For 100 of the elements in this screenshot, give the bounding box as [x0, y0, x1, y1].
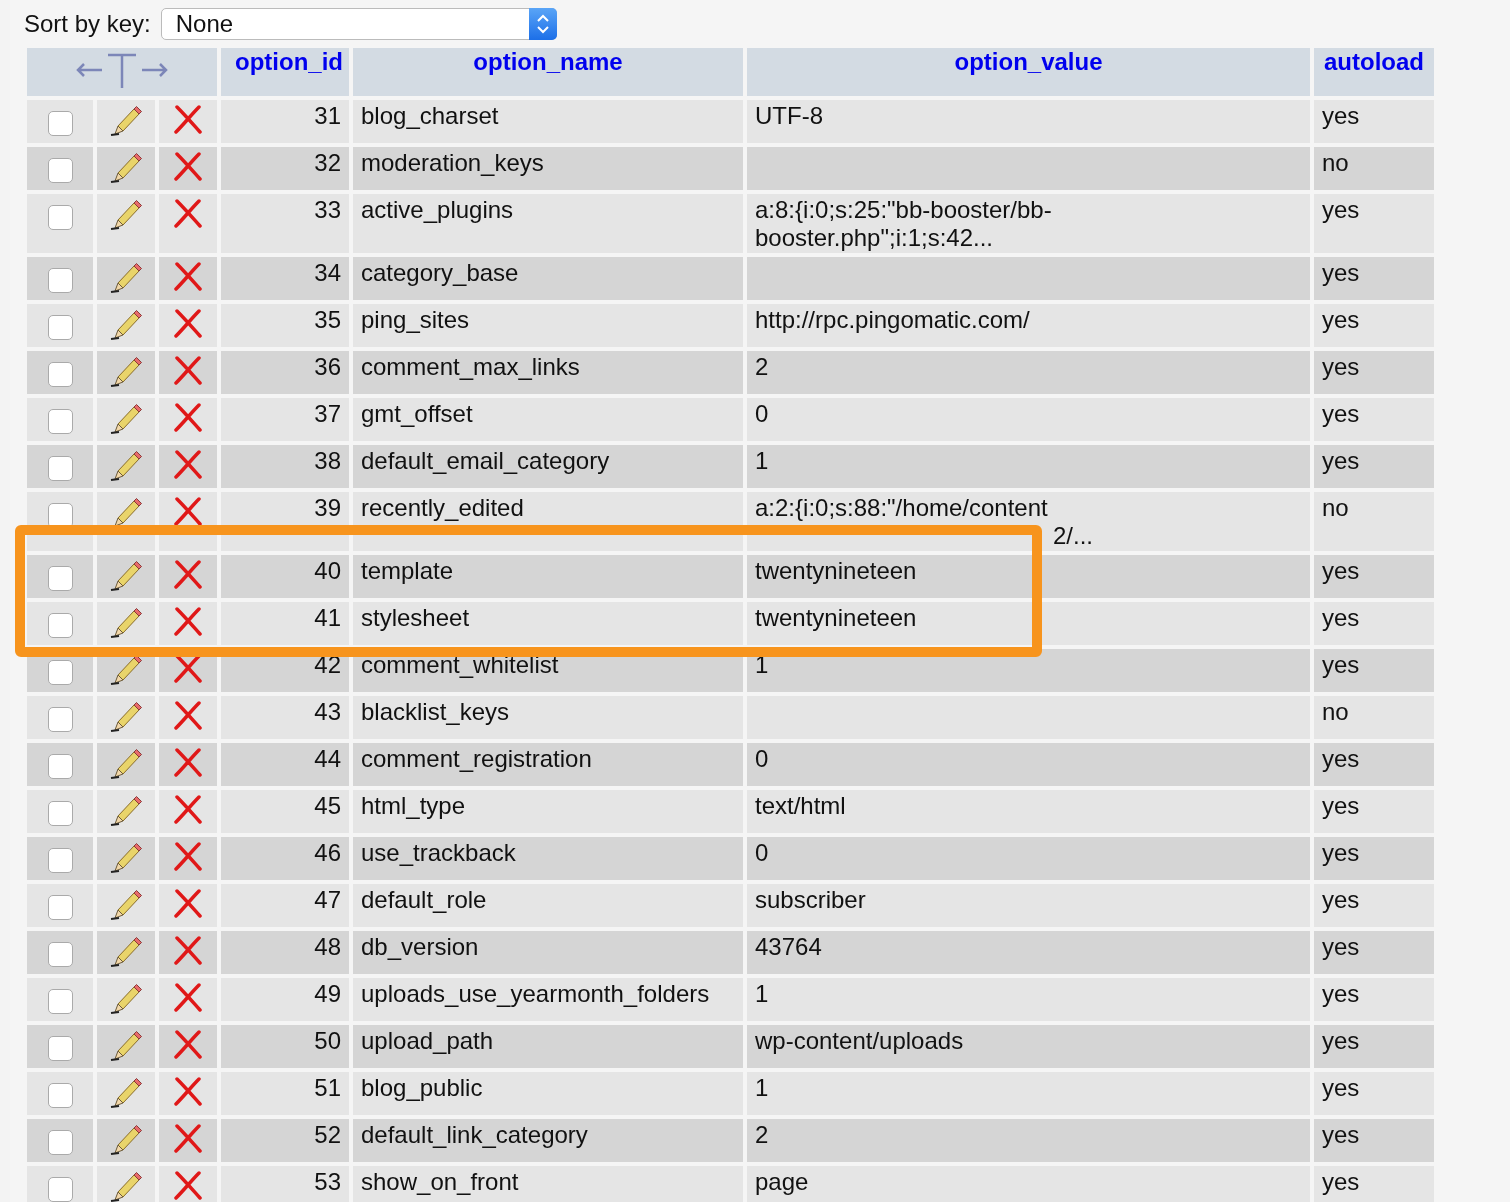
autoload-value: yes — [1322, 447, 1360, 474]
pencil-icon[interactable] — [109, 559, 143, 591]
delete-icon[interactable] — [173, 606, 203, 636]
pencil-icon[interactable] — [109, 747, 143, 779]
pencil-icon[interactable] — [109, 1029, 143, 1061]
option-name: active_plugins — [361, 196, 514, 223]
delete-icon[interactable] — [173, 151, 203, 181]
delete-icon[interactable] — [173, 559, 203, 589]
row-checkbox[interactable] — [47, 268, 73, 293]
row-checkbox[interactable] — [47, 848, 73, 873]
row-checkbox[interactable] — [47, 989, 73, 1014]
row-checkbox[interactable] — [47, 660, 73, 685]
pencil-icon[interactable] — [109, 151, 143, 183]
delete-icon[interactable] — [173, 402, 203, 432]
option-id: 52 — [314, 1121, 341, 1148]
option-name: html_type — [361, 792, 466, 819]
row-checkbox[interactable] — [47, 1036, 73, 1061]
pencil-icon[interactable] — [109, 308, 143, 340]
option-id: 32 — [314, 149, 341, 176]
delete-icon[interactable] — [173, 1076, 203, 1106]
option-name: default_role — [361, 886, 487, 913]
row-checkbox[interactable] — [47, 566, 73, 591]
row-checkbox[interactable] — [47, 362, 73, 387]
autoload-value: yes — [1322, 1074, 1360, 1101]
option-name: use_trackback — [361, 839, 516, 866]
row-checkbox[interactable] — [47, 111, 73, 136]
column-header-link[interactable]: option_id — [235, 48, 343, 75]
option-value: subscriber — [755, 886, 867, 914]
option-id: 53 — [314, 1168, 341, 1195]
delete-icon[interactable] — [173, 104, 203, 134]
option-name: gmt_offset — [361, 400, 473, 427]
delete-icon[interactable] — [173, 355, 203, 385]
option-id: 37 — [314, 400, 341, 427]
column-header-link[interactable]: option_name — [473, 48, 623, 75]
sort-dropdown[interactable]: None — [160, 8, 557, 40]
pencil-icon[interactable] — [109, 402, 143, 434]
row-checkbox[interactable] — [47, 409, 73, 434]
pencil-icon[interactable] — [109, 104, 143, 136]
delete-icon[interactable] — [173, 841, 203, 871]
delete-icon[interactable] — [173, 261, 203, 291]
pencil-icon[interactable] — [109, 841, 143, 873]
option-value: 0 — [755, 839, 770, 867]
delete-icon[interactable] — [173, 700, 203, 730]
delete-icon[interactable] — [173, 747, 203, 777]
autoload-value: yes — [1322, 102, 1360, 129]
column-header-link[interactable]: autoload — [1324, 48, 1424, 75]
pencil-icon[interactable] — [109, 794, 143, 826]
row-checkbox[interactable] — [47, 1130, 73, 1155]
option-name: uploads_use_yearmonth_folders — [361, 980, 710, 1007]
delete-icon[interactable] — [173, 888, 203, 918]
option-value: a:2:{i:0;s:88:"/home/content — [755, 494, 1049, 522]
option-id: 44 — [314, 745, 341, 772]
delete-icon[interactable] — [173, 982, 203, 1012]
delete-icon[interactable] — [173, 794, 203, 824]
delete-icon[interactable] — [173, 1170, 203, 1200]
delete-icon[interactable] — [173, 496, 203, 526]
row-checkbox[interactable] — [47, 754, 73, 779]
row-checkbox[interactable] — [47, 456, 73, 481]
autoload-value: yes — [1322, 1168, 1360, 1195]
sort-label: Sort by key: — [24, 10, 151, 38]
row-checkbox[interactable] — [47, 315, 73, 340]
pencil-icon[interactable] — [109, 1170, 143, 1202]
autoload-value: yes — [1322, 933, 1360, 960]
delete-icon[interactable] — [173, 308, 203, 338]
pencil-icon[interactable] — [109, 355, 143, 387]
pencil-icon[interactable] — [109, 982, 143, 1014]
delete-icon[interactable] — [173, 1029, 203, 1059]
delete-icon[interactable] — [173, 935, 203, 965]
option-id: 49 — [314, 980, 341, 1007]
option-name: recently_edited — [361, 494, 524, 521]
pencil-icon[interactable] — [109, 1076, 143, 1108]
pencil-icon[interactable] — [109, 449, 143, 481]
option-value: a:8:{i:0;s:25:"bb-booster/bb-booster.php";i:1;s:42... — [755, 196, 1053, 252]
row-checkbox[interactable] — [47, 1177, 73, 1202]
pencil-icon[interactable] — [109, 700, 143, 732]
row-checkbox[interactable] — [47, 942, 73, 967]
autoload-value: yes — [1322, 353, 1360, 380]
row-checkbox[interactable] — [47, 158, 73, 183]
row-checkbox[interactable] — [47, 895, 73, 920]
option-id: 48 — [314, 933, 341, 960]
pencil-icon[interactable] — [109, 1123, 143, 1155]
row-checkbox[interactable] — [47, 707, 73, 732]
option-name: comment_max_links — [361, 353, 580, 380]
row-checkbox[interactable] — [47, 1083, 73, 1108]
option-id: 31 — [314, 102, 341, 129]
delete-icon[interactable] — [173, 449, 203, 479]
column-header-link[interactable]: option_value — [954, 48, 1103, 75]
pencil-icon[interactable] — [109, 935, 143, 967]
pencil-icon[interactable] — [109, 888, 143, 920]
option-id: 51 — [314, 1074, 341, 1101]
pencil-icon[interactable] — [109, 261, 143, 293]
pencil-icon[interactable] — [109, 606, 143, 638]
delete-icon[interactable] — [173, 1123, 203, 1153]
row-checkbox[interactable] — [47, 613, 73, 638]
row-checkbox[interactable] — [47, 205, 73, 230]
delete-icon[interactable] — [173, 198, 203, 228]
row-checkbox[interactable] — [47, 801, 73, 826]
pencil-icon[interactable] — [109, 198, 143, 230]
option-value: UTF-8 — [755, 102, 824, 130]
autoload-value: yes — [1322, 196, 1360, 223]
